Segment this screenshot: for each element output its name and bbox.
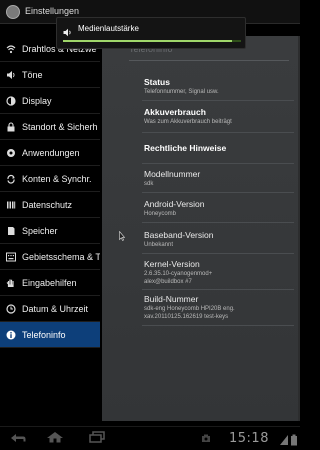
pref-divider xyxy=(142,289,294,290)
sidebar-item-label: Anwendungen xyxy=(22,147,80,158)
pref-rechtliche-hinweise[interactable]: Rechtliche Hinweise xyxy=(144,143,294,153)
pref-android-version: Android-Version Honeycomb xyxy=(144,199,294,219)
sidebar-item-anwendungen[interactable]: Anwendungen xyxy=(0,140,100,166)
battery-icon xyxy=(290,433,298,446)
sidebar-item-datum[interactable]: Datum & Uhrzeit xyxy=(0,296,100,322)
lock-icon xyxy=(6,121,16,132)
pref-build-nummer: Build-Nummer sdk-eng Honeycomb HPI20B en… xyxy=(144,294,294,321)
back-icon xyxy=(9,430,27,448)
screenshot-button[interactable] xyxy=(200,432,212,446)
header-divider xyxy=(129,60,289,61)
app-title: Einstellungen xyxy=(25,6,80,16)
info-icon xyxy=(6,330,16,340)
settings-app-icon xyxy=(6,5,20,19)
pref-title: Status xyxy=(144,77,170,87)
home-icon xyxy=(46,430,64,448)
volume-label: Medienlautstärke xyxy=(78,24,139,33)
home-button[interactable] xyxy=(45,432,65,446)
sidebar-item-label: Speicher xyxy=(22,225,58,236)
sidebar-item-gebietsschema[interactable]: Gebietsschema & T xyxy=(0,244,100,270)
pref-divider xyxy=(142,253,294,254)
pref-divider xyxy=(142,163,294,164)
keyboard-icon xyxy=(6,252,16,262)
pref-divider xyxy=(142,132,294,133)
pref-summary: 2.6.35.10-cyanogenmod+ alex@buildbox #7 xyxy=(144,271,213,285)
signal-icon xyxy=(280,433,288,445)
pref-summary: sdk-eng Honeycomb HPI20B eng. xav.201101… xyxy=(144,306,235,320)
back-button[interactable] xyxy=(8,432,28,446)
camera-icon xyxy=(201,430,211,448)
recent-apps-icon xyxy=(88,430,106,448)
pref-divider xyxy=(142,100,294,101)
sidebar-item-label: Eingabehilfen xyxy=(22,277,77,288)
detail-panel: Telefoninfo Status Telefonnummer, Signal… xyxy=(102,36,300,421)
apps-icon xyxy=(6,148,16,158)
status-clock: 15:18 xyxy=(229,431,269,446)
sync-icon xyxy=(6,174,16,184)
pref-summary: Honeycomb xyxy=(144,211,177,217)
wifi-icon xyxy=(6,44,16,54)
volume-slider[interactable] xyxy=(63,40,241,42)
sidebar-item-konten[interactable]: Konten & Synchr. xyxy=(0,166,100,192)
pref-title: Android-Version xyxy=(144,199,205,209)
pref-baseband-version: Baseband-Version Unbekannt xyxy=(144,230,294,250)
speaker-icon xyxy=(6,70,16,80)
sidebar-item-toene[interactable]: Töne xyxy=(0,62,100,88)
clock-icon xyxy=(6,303,16,314)
sidebar-item-label: Standort & Sicherh xyxy=(22,121,98,132)
sidebar-item-speicher[interactable]: Speicher xyxy=(0,218,100,244)
speaker-icon xyxy=(63,24,73,37)
pref-title: Kernel-Version xyxy=(144,259,200,269)
privacy-icon xyxy=(6,200,16,210)
pref-title: Modellnummer xyxy=(144,169,201,179)
pref-modellnummer: Modellnummer sdk xyxy=(144,169,294,189)
sidebar-item-eingabehilfen[interactable]: Eingabehilfen xyxy=(0,270,100,296)
storage-icon xyxy=(6,226,16,236)
pref-divider xyxy=(142,222,294,223)
sidebar-item-label: Datum & Uhrzeit xyxy=(22,303,89,314)
sidebar-item-standort[interactable]: Standort & Sicherh xyxy=(0,114,100,140)
pref-title: Akkuverbrauch xyxy=(144,107,206,117)
mouse-cursor-icon xyxy=(119,228,126,241)
pref-summary: Unbekannt xyxy=(144,242,174,248)
panel-edge xyxy=(298,36,300,421)
sidebar-item-label: Datenschutz xyxy=(22,199,73,210)
volume-slider-fill xyxy=(63,40,233,42)
sidebar-item-display[interactable]: Display xyxy=(0,88,100,114)
sidebar-item-label: Telefoninfo xyxy=(22,329,66,340)
sidebar-item-label: Gebietsschema & T xyxy=(22,251,100,262)
pref-summary: sdk xyxy=(144,181,154,187)
pref-divider xyxy=(142,325,294,326)
sidebar-item-label: Töne xyxy=(22,69,43,80)
pref-summary: Was zum Akkuverbrauch beiträgt xyxy=(144,119,232,125)
sidebar-item-label: Display xyxy=(22,95,52,106)
brightness-icon xyxy=(6,95,16,106)
hand-icon xyxy=(6,278,16,288)
pref-status[interactable]: Status Telefonnummer, Signal usw. xyxy=(144,77,294,97)
pref-divider xyxy=(142,192,294,193)
sidebar-item-telefoninfo[interactable]: Telefoninfo xyxy=(0,322,100,348)
pref-summary: Telefonnummer, Signal usw. xyxy=(144,89,219,95)
pref-title: Rechtliche Hinweise xyxy=(144,143,227,153)
pref-kernel-version: Kernel-Version 2.6.35.10-cyanogenmod+ al… xyxy=(144,259,294,286)
sidebar-item-label: Konten & Synchr. xyxy=(22,173,92,184)
pref-title: Baseband-Version xyxy=(144,230,214,240)
volume-toast: Medienlautstärke xyxy=(56,17,246,49)
system-bar: 15:18 xyxy=(0,426,300,450)
settings-sidebar: Drahtlos & Netzwe Töne Display Standort … xyxy=(0,36,100,348)
sidebar-item-datenschutz[interactable]: Datenschutz xyxy=(0,192,100,218)
pref-title: Build-Nummer xyxy=(144,294,199,304)
pref-akkuverbrauch[interactable]: Akkuverbrauch Was zum Akkuverbrauch beit… xyxy=(144,107,294,127)
recent-apps-button[interactable] xyxy=(87,430,107,448)
